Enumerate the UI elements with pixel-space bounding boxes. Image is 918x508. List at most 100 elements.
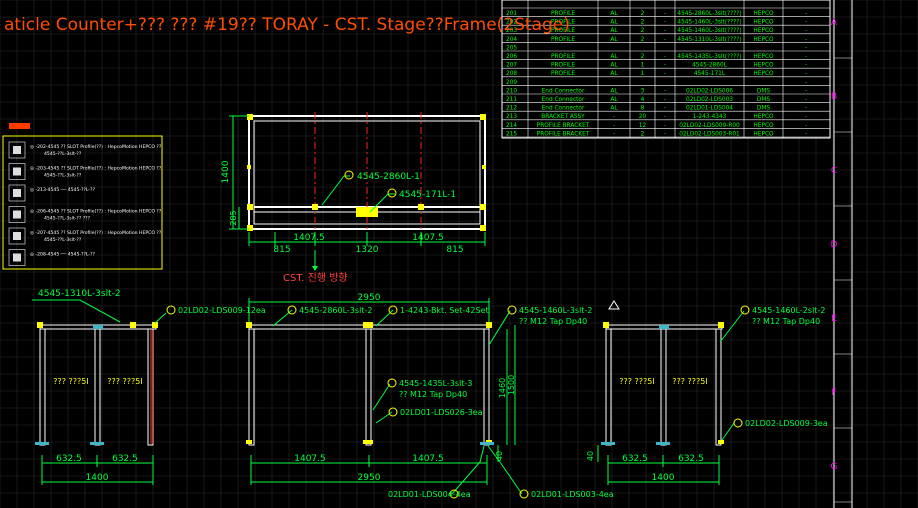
- bom-cell: 02LD02-LDS006: [686, 88, 733, 94]
- front-dim-foot: 40: [495, 451, 504, 461]
- right-posts: [605, 328, 722, 446]
- right-callout-top: 4545-1460L-2slt-2: [752, 306, 825, 315]
- bom-cell: 212: [506, 106, 517, 112]
- bom-cell: HEPCO: [753, 28, 774, 34]
- callout-bubble-icon: [344, 170, 354, 180]
- bom-cell: HEPCO: [753, 11, 774, 17]
- callout-bubble-icon: [507, 305, 517, 315]
- bom-cell: 02LD02-LDS009-R00: [679, 123, 740, 129]
- bom-cell: 207: [506, 63, 517, 69]
- bom-cell: -: [805, 123, 807, 129]
- bom-cell: -: [805, 114, 807, 120]
- bom-cell: PROFILE: [551, 54, 575, 60]
- legend-panel[interactable]: ◎ -202-4545 ?? SLOT Profile(??) : HepcoM…: [2, 123, 163, 270]
- right-dim-total: 1400: [652, 473, 675, 483]
- bom-cell: HEPCO: [753, 54, 774, 60]
- bom-cell: 1: [641, 71, 645, 77]
- bom-cell: 2: [641, 37, 645, 43]
- top-dim-4: 1407.5: [412, 233, 444, 243]
- bom-cell: 2: [641, 11, 645, 17]
- bom-cell: -: [664, 20, 666, 26]
- bom-cell: -: [805, 131, 807, 137]
- right-cell-label-1: ??? ???5I: [619, 377, 654, 386]
- front-callout-profile: 4545-2860L-3slt-2: [299, 306, 372, 315]
- bom-cell: 2: [641, 28, 645, 34]
- bom-cell: -: [664, 97, 666, 103]
- legend-box: [2, 135, 163, 270]
- bom-cell: -: [664, 131, 666, 137]
- bom-cell: End Connector: [542, 88, 585, 94]
- right-dim-2: 632.5: [678, 454, 704, 464]
- top-view[interactable]: 1400 285 815 1407.5 1320 1407.5 815 4545…: [221, 112, 486, 284]
- bom-cell: 4545-171L: [694, 71, 726, 77]
- bom-cell: -: [805, 106, 807, 112]
- bom-cell: 8: [641, 106, 645, 112]
- bom-cell: 2: [641, 20, 645, 26]
- legend-text: ◎ -203-4545 ?? SLOT Profile(??) : HepcoM…: [30, 166, 162, 172]
- bom-cell: 2: [641, 131, 645, 137]
- drawing-border: A B C D E F G: [831, 0, 853, 508]
- bom-cell: -: [664, 106, 666, 112]
- bom-cell: -: [664, 37, 666, 43]
- legend-row: ◎ -213-4545 ── 4545-??L-??: [8, 184, 95, 202]
- front-view[interactable]: 2950 1407.5 1407.5 2950 1460 1500 40 454…: [246, 293, 614, 499]
- direction-label: CST. 진행 방향: [283, 272, 348, 284]
- front-callout-post: 4545-1460L-3slt-2: [519, 306, 592, 315]
- bom-cell: -: [613, 123, 615, 129]
- cad-drawing[interactable]: 20 1 PROFILE AL 2 - 4545-2860L-3slt(????) HEPCO…: [0, 0, 918, 508]
- bom-cell: -: [805, 97, 807, 103]
- bom-cell: BRACKET ASSY: [541, 114, 585, 120]
- bom-cell: 209: [506, 80, 517, 86]
- left-side-view[interactable]: ??? ???5I ??? ???5I 632.5 632.5 1400 454…: [32, 289, 266, 485]
- bom-cell: -: [664, 11, 666, 17]
- right-cell-label-2: ??? ???5I: [672, 377, 707, 386]
- bom-cell: AL: [610, 37, 618, 43]
- bom-cell: AL: [610, 54, 618, 60]
- bom-cell: HEPCO: [753, 63, 774, 69]
- left-callout-bracket: 02LD02-LDS009-12ea: [178, 306, 266, 315]
- bom-cell: End Connector: [542, 106, 585, 112]
- bom-cell: PROFILE: [551, 63, 575, 69]
- bom-cell: AL: [610, 63, 618, 69]
- zone-letter: D: [831, 240, 838, 250]
- bom-cell: AL: [610, 97, 618, 103]
- callout-bubble-icon: [387, 188, 397, 198]
- front-dim-top: 2950: [358, 293, 381, 303]
- right-callout-bottom: 02LD02-LDS009-3ea: [745, 419, 828, 428]
- left-callout-top: 4545-1310L-3slt-2: [38, 289, 121, 299]
- legend-tag: [9, 123, 30, 129]
- front-callout-mid: 4545-1435L-3slt-3: [399, 379, 472, 388]
- bom-cell: 213: [506, 114, 517, 120]
- bom-cell: -: [664, 54, 666, 60]
- left-cell-label-1: ??? ???5I: [53, 377, 88, 386]
- bom-cell: -: [805, 54, 807, 60]
- bom-cell: 20: [639, 114, 647, 120]
- bom-cell: End Connector: [542, 97, 585, 103]
- left-cell-label-2: ??? ???5I: [107, 377, 142, 386]
- bom-cell: HEPCO: [753, 131, 774, 137]
- left-dim-1: 632.5: [56, 454, 82, 464]
- bom-cell: 210: [506, 88, 517, 94]
- bom-cell: -: [664, 88, 666, 94]
- datum-triangle-icon: [608, 300, 620, 310]
- bom-cell: -: [805, 63, 807, 69]
- bom-cell: AL: [610, 11, 618, 17]
- bom-cell: -: [805, 28, 807, 34]
- front-foot: [480, 442, 494, 445]
- bom-cell: -: [664, 123, 666, 129]
- right-side-view[interactable]: ??? ???5I ??? ???5I 632.5 632.5 1400 40 …: [586, 300, 828, 485]
- bom-cell: -: [664, 28, 666, 34]
- legend-row: ◎ -207-4545 ?? SLOT Profile(??) : HepcoM…: [8, 227, 162, 245]
- bom-cell: -: [805, 88, 807, 94]
- bom-cell: -: [805, 80, 807, 86]
- cad-canvas[interactable]: 20 1 PROFILE AL 2 - 4545-2860L-3slt(????) HEPCO…: [0, 0, 918, 508]
- bom-cell: 4545-2860L-3slt(????): [677, 11, 741, 17]
- bom-cell: 211: [506, 97, 517, 103]
- front-dim-height-b: 1500: [507, 375, 516, 395]
- bom-cell: 4545-1460L-3slt(????): [677, 28, 741, 34]
- bom-cell: -: [805, 20, 807, 26]
- legend-text: ◎ -202-4545 ?? SLOT Profile(??) : HepcoM…: [30, 144, 162, 150]
- front-callout-bottom-b: 02LD01-LDS003-4ea: [531, 490, 614, 499]
- bom-cell: 205: [506, 45, 517, 51]
- legend-row: ◎ -202-4545 ?? SLOT Profile(??) : HepcoM…: [8, 141, 162, 159]
